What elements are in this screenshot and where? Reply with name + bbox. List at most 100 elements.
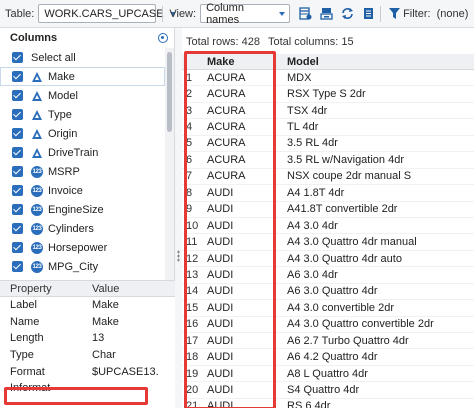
splitter-grip-icon[interactable]: [177, 250, 180, 262]
filter-icon[interactable]: [387, 7, 401, 21]
properties-panel: Property Value Label Make Name Make Length 13…: [0, 280, 175, 408]
column-item-horsepower[interactable]: 123 Horsepower: [0, 238, 165, 257]
pane-splitter[interactable]: [175, 28, 182, 408]
make-cell: AUDI: [207, 301, 234, 314]
column-item-msrp[interactable]: 123 MSRP: [0, 162, 165, 181]
filter-value: (none): [436, 7, 469, 20]
table-row[interactable]: 2 ACURA RSX Type S 2dr: [182, 86, 474, 103]
property-value: Make: [92, 299, 119, 312]
column-item-make[interactable]: Make: [0, 67, 165, 86]
view-label: View:: [169, 7, 197, 20]
table-row[interactable]: 11 AUDI A4 3.0 Quattro 4dr manual: [182, 234, 474, 251]
model-cell: A4 3.0 4dr: [287, 219, 338, 232]
column-item-enginesize[interactable]: 123 EngineSize: [0, 200, 165, 219]
table-row[interactable]: 5 ACURA 3.5 RL 4dr: [182, 136, 474, 153]
table-row[interactable]: 3 ACURA TSX 4dr: [182, 103, 474, 120]
property-name: Type: [10, 349, 34, 362]
column-checkbox[interactable]: [12, 185, 23, 196]
make-column-header[interactable]: Make: [202, 56, 286, 68]
property-name: Informat: [10, 382, 51, 395]
column-item-drivetrain[interactable]: DriveTrain: [0, 143, 165, 162]
table-row[interactable]: 4 ACURA TL 4dr: [182, 119, 474, 136]
numeric-type-icon: 123: [31, 241, 43, 254]
column-checkbox[interactable]: [12, 147, 23, 158]
model-cell: A6 2.7 Turbo Quattro 4dr: [287, 334, 409, 347]
column-checkbox[interactable]: [12, 223, 23, 234]
columns-title: Columns: [10, 32, 58, 44]
table-row[interactable]: 21 AUDI RS 6 4dr: [182, 399, 474, 408]
numeric-badge: 123: [31, 165, 43, 178]
table-row[interactable]: 15 AUDI A4 3.0 convertible 2dr: [182, 300, 474, 317]
properties-header: Property Value: [0, 281, 175, 297]
column-item-type[interactable]: Type: [0, 105, 165, 124]
grid-header: Make Model: [182, 54, 474, 70]
model-cell: S4 Quattro 4dr: [287, 384, 360, 397]
column-checkbox[interactable]: [12, 128, 23, 139]
property-value: $UPCASE13.: [92, 365, 159, 378]
column-checkbox[interactable]: [12, 204, 23, 215]
column-item-label: EngineSize: [48, 203, 104, 216]
column-item-label: Invoice: [48, 184, 83, 197]
make-cell: ACURA: [207, 104, 246, 117]
column-item-mpg_city[interactable]: 123 MPG_City: [0, 257, 165, 276]
table-row[interactable]: 7 ACURA NSX coupe 2dr manual S: [182, 169, 474, 186]
column-checkbox[interactable]: [12, 109, 23, 120]
table-row[interactable]: 13 AUDI A6 3.0 4dr: [182, 267, 474, 284]
column-item-invoice[interactable]: 123 Invoice: [0, 181, 165, 200]
table-row[interactable]: 14 AUDI A6 3.0 Quattro 4dr: [182, 284, 474, 301]
model-column-header[interactable]: Model: [286, 56, 474, 68]
column-list-icon[interactable]: [361, 7, 375, 21]
table-row[interactable]: 12 AUDI A4 3.0 Quattro 4dr auto: [182, 251, 474, 268]
make-cell: AUDI: [207, 252, 234, 265]
table-row[interactable]: 6 ACURA 3.5 RL w/Navigation 4dr: [182, 152, 474, 169]
row-number: 7: [186, 170, 193, 183]
row-number: 3: [186, 104, 193, 117]
select-all-checkbox[interactable]: [12, 52, 23, 63]
column-item-origin[interactable]: Origin: [0, 124, 165, 143]
refresh-icon[interactable]: [340, 7, 354, 21]
row-number: 10: [186, 219, 199, 232]
character-type-icon: [31, 128, 43, 140]
table-row[interactable]: 17 AUDI A6 2.7 Turbo Quattro 4dr: [182, 333, 474, 350]
row-number: 15: [186, 301, 199, 314]
column-checkbox[interactable]: [12, 242, 23, 253]
view-select[interactable]: Column names: [200, 2, 291, 26]
property-value: Make: [92, 315, 119, 328]
scrollbar-thumb[interactable]: [167, 52, 172, 132]
row-number: 16: [186, 318, 199, 331]
row-number: 13: [186, 268, 199, 281]
table-row[interactable]: 10 AUDI A4 3.0 4dr: [182, 218, 474, 235]
table-properties-icon[interactable]: [298, 7, 312, 21]
property-name: Length: [10, 332, 44, 345]
numeric-type-icon: 123: [31, 203, 43, 216]
make-cell: AUDI: [207, 384, 234, 397]
row-number: 18: [186, 351, 199, 364]
export-icon[interactable]: [319, 7, 333, 21]
model-cell: A4 3.0 Quattro 4dr auto: [287, 252, 402, 265]
table-row[interactable]: 20 AUDI S4 Quattro 4dr: [182, 382, 474, 399]
columns-header: Columns: [0, 28, 174, 48]
column-item-model[interactable]: Model: [0, 86, 165, 105]
column-checkbox[interactable]: [12, 71, 23, 82]
table-row[interactable]: 16 AUDI A4 3.0 Quattro convertible 2dr: [182, 317, 474, 333]
model-cell: MDX: [287, 71, 312, 84]
options-icon[interactable]: [158, 33, 168, 43]
numeric-type-icon: 123: [31, 222, 43, 235]
table-row[interactable]: 9 AUDI A41.8T convertible 2dr: [182, 202, 474, 218]
select-all-row[interactable]: Select all: [0, 48, 165, 67]
column-item-label: MPG_City: [48, 260, 99, 273]
data-summary: Total rows: 428 Total columns: 15: [182, 28, 474, 56]
table-row[interactable]: 18 AUDI A6 4.2 Quattro 4dr: [182, 349, 474, 366]
table-select[interactable]: WORK.CARS_UPCASE: [38, 4, 176, 23]
make-cell: ACURA: [207, 153, 246, 166]
property-row-type: Type Char: [0, 347, 175, 364]
column-checkbox[interactable]: [12, 261, 23, 272]
numeric-badge: 123: [31, 260, 43, 273]
table-row[interactable]: 1 ACURA MDX: [182, 70, 474, 87]
column-checkbox[interactable]: [12, 90, 23, 101]
column-checkbox[interactable]: [12, 166, 23, 177]
table-row[interactable]: 8 AUDI A4 1.8T 4dr: [182, 185, 474, 202]
column-list-scrollbar[interactable]: [165, 48, 174, 298]
table-row[interactable]: 19 AUDI A8 L Quattro 4dr: [182, 366, 474, 383]
column-item-cylinders[interactable]: 123 Cylinders: [0, 219, 165, 238]
